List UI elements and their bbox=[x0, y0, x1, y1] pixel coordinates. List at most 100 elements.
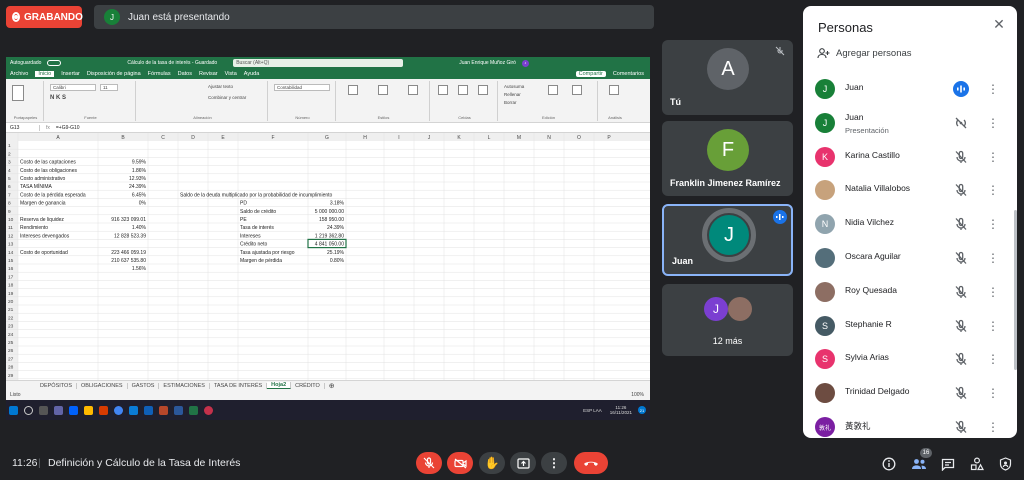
participant-more-icon[interactable]: ⋮ bbox=[987, 385, 999, 401]
participant-row[interactable]: J Juan Presentación ⋮ bbox=[803, 106, 1017, 140]
taskbar-search-icon[interactable] bbox=[24, 405, 33, 415]
tray-language[interactable]: ESP LAA bbox=[583, 408, 602, 413]
add-people-button[interactable]: Agregar personas bbox=[817, 48, 912, 59]
conditional-format-icon[interactable] bbox=[348, 85, 358, 95]
meeting-info-button[interactable] bbox=[880, 455, 898, 473]
muted-mic-icon[interactable] bbox=[953, 284, 969, 300]
participant-more-icon[interactable]: ⋮ bbox=[987, 351, 999, 367]
autosave-toggle[interactable] bbox=[47, 60, 62, 66]
activities-button[interactable] bbox=[968, 455, 986, 473]
tile-franklin[interactable]: F Franklin Jimenez Ramírez bbox=[662, 121, 793, 196]
participant-row[interactable]: J Juan ⋮ bbox=[803, 72, 1017, 106]
font-select[interactable]: Calibri bbox=[50, 84, 96, 91]
sort-filter-icon[interactable] bbox=[548, 85, 558, 95]
autosum-button[interactable]: Autosuma bbox=[504, 84, 524, 89]
participant-row[interactable]: Trinidad Delgado ⋮ bbox=[803, 376, 1017, 410]
format-cells-icon[interactable] bbox=[478, 85, 488, 95]
tray-clock[interactable]: 11:26 16/11/2021 bbox=[610, 405, 632, 415]
participant-row[interactable]: K Karina Castillo ⋮ bbox=[803, 140, 1017, 174]
zoom-level[interactable]: 100% bbox=[631, 392, 644, 398]
menu-archivo[interactable]: Archivo bbox=[10, 71, 28, 77]
panel-scrollbar[interactable] bbox=[1014, 210, 1017, 370]
menu-formulas[interactable]: Fórmulas bbox=[148, 71, 171, 77]
muted-mic-icon[interactable] bbox=[953, 182, 969, 198]
notification-badge[interactable]: 21 bbox=[638, 406, 646, 414]
font-size-select[interactable]: 11 bbox=[100, 84, 118, 91]
number-format-select[interactable]: Contabilidad bbox=[274, 84, 330, 91]
menu-ayuda[interactable]: Ayuda bbox=[244, 71, 260, 77]
name-box[interactable]: G13 bbox=[10, 125, 40, 131]
windows-start-icon[interactable] bbox=[9, 405, 18, 415]
sheet-tab-tasa[interactable]: TASA DE INTERÉS bbox=[210, 382, 268, 389]
dropbox-icon[interactable] bbox=[69, 405, 78, 415]
delete-cells-icon[interactable] bbox=[458, 85, 468, 95]
format-table-icon[interactable] bbox=[378, 85, 388, 95]
muted-mic-icon[interactable] bbox=[953, 250, 969, 266]
menu-inicio[interactable]: Inicio bbox=[35, 71, 55, 77]
sheet-tab-estimaciones[interactable]: ESTIMACIONES bbox=[159, 382, 210, 389]
participant-more-icon[interactable]: ⋮ bbox=[987, 149, 999, 165]
participant-row[interactable]: S Stephanie R ⋮ bbox=[803, 309, 1017, 343]
muted-mic-icon[interactable] bbox=[953, 149, 969, 165]
add-sheet-icon[interactable]: ⊕ bbox=[325, 382, 339, 390]
menu-datos[interactable]: Datos bbox=[178, 71, 192, 77]
word-icon[interactable] bbox=[174, 405, 183, 415]
chrome-icon[interactable] bbox=[114, 405, 123, 415]
mic-toggle-button[interactable] bbox=[416, 452, 442, 474]
participant-row[interactable]: Roy Quesada ⋮ bbox=[803, 275, 1017, 309]
participant-row[interactable]: S Sylvia Arias ⋮ bbox=[803, 342, 1017, 376]
sheet-tab-hoja2[interactable]: Hoja2 bbox=[267, 382, 292, 389]
menu-disposicion[interactable]: Disposición de página bbox=[87, 71, 141, 77]
formula-input[interactable]: =+G9-G10 bbox=[56, 125, 80, 131]
presentation-audio-off-icon[interactable] bbox=[953, 115, 969, 131]
fill-button[interactable]: Rellenar bbox=[504, 92, 521, 97]
close-icon[interactable]: ✕ bbox=[991, 16, 1007, 32]
clear-button[interactable]: Borrar bbox=[504, 100, 517, 105]
participant-more-icon[interactable]: ⋮ bbox=[987, 318, 999, 334]
app-icon[interactable] bbox=[204, 405, 213, 415]
edge-icon[interactable] bbox=[129, 405, 138, 415]
find-select-icon[interactable] bbox=[572, 85, 582, 95]
participant-more-icon[interactable]: ⋮ bbox=[987, 250, 999, 266]
participant-more-icon[interactable]: ⋮ bbox=[987, 182, 999, 198]
file-explorer-icon[interactable] bbox=[84, 405, 93, 415]
more-options-button[interactable]: ⋮ bbox=[541, 452, 567, 474]
teams-icon[interactable] bbox=[54, 405, 63, 415]
merge-center-button[interactable]: Combinar y centrar bbox=[208, 95, 246, 100]
present-button[interactable] bbox=[510, 452, 536, 474]
outlook-icon[interactable] bbox=[144, 405, 153, 415]
insert-cells-icon[interactable] bbox=[438, 85, 448, 95]
recording-indicator[interactable]: GRABANDO bbox=[6, 6, 83, 28]
tile-juan[interactable]: J Juan bbox=[662, 204, 793, 276]
share-button[interactable]: Compartir bbox=[575, 71, 606, 77]
muted-mic-icon[interactable] bbox=[953, 216, 969, 232]
participant-more-icon[interactable]: ⋮ bbox=[987, 284, 999, 300]
host-controls-button[interactable] bbox=[996, 455, 1014, 473]
spreadsheet-grid[interactable]: A B C D E F G H I J K L M N O P123456789101112131415161… bbox=[6, 133, 650, 380]
cell-styles-icon[interactable] bbox=[408, 85, 418, 95]
tile-you[interactable]: A Tú bbox=[662, 40, 793, 115]
tile-more[interactable]: J 12 más bbox=[662, 284, 793, 356]
sheet-tab-credito[interactable]: CRÉDITO bbox=[291, 382, 325, 389]
participant-more-icon[interactable]: ⋮ bbox=[987, 216, 999, 232]
excel-taskbar-icon[interactable] bbox=[189, 405, 198, 415]
leave-call-button[interactable] bbox=[574, 452, 608, 474]
bold-button[interactable]: N K S bbox=[50, 95, 66, 101]
menu-vista[interactable]: Vista bbox=[225, 71, 237, 77]
muted-mic-icon[interactable] bbox=[953, 351, 969, 367]
sheet-tab-gastos[interactable]: GASTOS bbox=[128, 382, 160, 389]
paste-icon[interactable] bbox=[12, 85, 24, 101]
task-view-icon[interactable] bbox=[39, 405, 48, 415]
menu-insertar[interactable]: Insertar bbox=[61, 71, 80, 77]
sheet-tab-depositos[interactable]: DEPÓSITOS bbox=[36, 382, 77, 389]
participant-row[interactable]: 敦礼 黃敦礼 ⋮ bbox=[803, 410, 1017, 444]
excel-search[interactable]: Buscar (Alt+Q) bbox=[233, 59, 404, 67]
comments-button[interactable]: Comentarios bbox=[613, 71, 644, 77]
menu-revisar[interactable]: Revisar bbox=[199, 71, 218, 77]
muted-mic-icon[interactable] bbox=[953, 318, 969, 334]
muted-mic-icon[interactable] bbox=[953, 385, 969, 401]
wrap-text-button[interactable]: Ajustar texto bbox=[208, 84, 233, 89]
participant-more-icon[interactable]: ⋮ bbox=[987, 81, 999, 97]
participant-row[interactable]: Natalia Villalobos ⋮ bbox=[803, 173, 1017, 207]
sheet-tab-obligaciones[interactable]: OBLIGACIONES bbox=[77, 382, 128, 389]
